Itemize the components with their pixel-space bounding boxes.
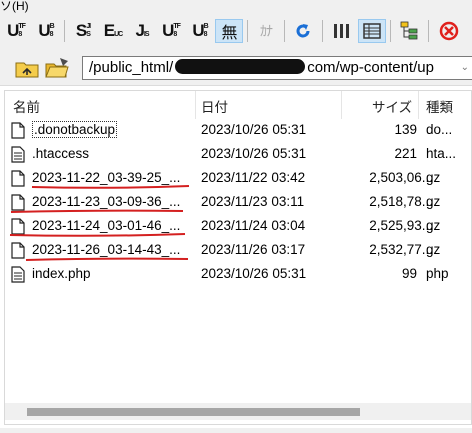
menu-help[interactable]: ソ(H) [0, 0, 29, 14]
utf8-n-download-button[interactable]: U TF 8 [157, 19, 185, 43]
jis-button[interactable]: J IS [129, 19, 155, 43]
text-file-icon [11, 146, 25, 163]
window-bottom-edge [0, 428, 472, 433]
file-date: 2023/10/26 05:31 [201, 266, 307, 281]
file-size: 99 [401, 266, 417, 281]
file-date: 2023/10/26 05:31 [201, 146, 307, 161]
text-file-icon [11, 266, 25, 283]
toolbar: U TF 8 UB8 S JI S E UC J IS U TF 8 UB8 無 ｶﾅ [0, 14, 472, 50]
blank-file-icon [11, 122, 25, 139]
file-type: gz [426, 170, 441, 185]
refresh-button[interactable] [290, 19, 316, 43]
chevron-down-icon[interactable]: ⌄ [461, 57, 469, 79]
horizontal-scrollbar[interactable] [5, 403, 471, 420]
red-underline-annotation [10, 209, 184, 213]
kana-convert-button[interactable]: ｶﾅ [252, 19, 280, 43]
open-folder-button[interactable] [44, 56, 70, 80]
column-header-name[interactable]: 名前 [13, 96, 40, 116]
toolbar-separator [390, 20, 391, 42]
file-date: 2023/10/26 05:31 [201, 122, 307, 137]
file-name: index.php [32, 266, 91, 281]
file-name: 2023-11-26_03-14-43_... [32, 242, 181, 257]
folder-open-icon [45, 58, 69, 78]
column-divider[interactable] [418, 91, 419, 119]
redacted-domain [175, 59, 306, 74]
file-size: 139 [394, 122, 417, 137]
list-view-icon [334, 24, 349, 38]
toolbar-separator [428, 20, 429, 42]
file-date: 2023/11/26 03:17 [201, 242, 306, 257]
toolbar-separator [284, 20, 285, 42]
file-date: 2023/11/23 03:11 [201, 194, 305, 209]
column-divider[interactable] [195, 91, 196, 119]
file-name: .donotbackup [32, 121, 118, 138]
file-type: do... [426, 122, 453, 137]
file-name: 2023-11-23_03-09-36_... [32, 194, 181, 209]
toolbar-separator [322, 20, 323, 42]
file-row[interactable]: .donotbackup 2023/10/26 05:31 139 do... [5, 119, 472, 143]
file-size: 221 [394, 146, 417, 161]
tree-view-button[interactable] [396, 19, 422, 43]
sjis-button[interactable]: S JI S [69, 19, 97, 43]
file-type: hta... [426, 146, 457, 161]
blank-file-icon [11, 242, 25, 259]
refresh-icon [296, 24, 310, 38]
blank-file-icon [11, 170, 25, 187]
toolbar-separator [247, 20, 248, 42]
column-header-row: 名前 日付 サイズ 種類 [5, 91, 472, 119]
remote-file-list: 名前 日付 サイズ 種類 .donotbackup 2023/10/26 05:… [4, 90, 472, 425]
menu-bar: ソ(H) [0, 0, 472, 14]
file-name: .htaccess [32, 146, 90, 161]
file-date: 2023/11/22 03:42 [201, 170, 306, 185]
tree-view-icon [400, 21, 418, 40]
column-header-date[interactable]: 日付 [201, 96, 228, 116]
file-type: gz [426, 194, 441, 209]
file-type: php [426, 266, 449, 281]
utf8-bom-download-button[interactable]: UB8 [186, 19, 214, 43]
stop-button[interactable] [436, 19, 462, 43]
column-divider[interactable] [341, 91, 342, 119]
red-underline-annotation [31, 185, 190, 189]
file-row[interactable]: .htaccess 2023/10/26 05:31 221 hta... [5, 143, 472, 167]
list-view-button[interactable] [329, 19, 355, 43]
toolbar-separator [64, 20, 65, 42]
column-header-size[interactable]: サイズ [372, 96, 412, 116]
file-row[interactable]: index.php 2023/10/26 05:31 99 php [5, 263, 472, 287]
file-size: 2,518,78... [369, 194, 433, 209]
path-input[interactable]: /public_html/com/wp-content/up ⌄ [82, 56, 472, 80]
file-date: 2023/11/24 03:04 [201, 218, 306, 233]
column-header-type[interactable]: 種類 [426, 96, 453, 116]
stop-icon [439, 21, 459, 41]
euc-button[interactable]: E UC [99, 19, 127, 43]
no-conversion-button[interactable]: 無 [215, 19, 243, 43]
utf8-n-upload-button[interactable]: U TF 8 [2, 19, 30, 43]
file-size: 2,503,06... [369, 170, 433, 185]
red-underline-annotation [25, 257, 189, 261]
detail-view-icon [363, 23, 381, 39]
file-type: gz [426, 242, 441, 257]
file-name: 2023-11-22_03-39-25_... [32, 170, 181, 185]
path-bar: /public_html/com/wp-content/up ⌄ [0, 50, 472, 86]
file-name: 2023-11-24_03-01-46_... [32, 218, 181, 233]
path-prefix: /public_html/ [89, 59, 174, 76]
path-suffix: com/wp-content/up [307, 59, 434, 76]
file-type: gz [426, 218, 441, 233]
utf8-bom-upload-button[interactable]: UB8 [32, 19, 60, 43]
file-size: 2,532,77... [369, 242, 433, 257]
parent-folder-button[interactable] [14, 56, 40, 80]
red-underline-annotation [9, 233, 186, 237]
folder-up-icon [15, 62, 39, 78]
scrollbar-thumb[interactable] [27, 408, 360, 416]
file-size: 2,525,93... [369, 218, 433, 233]
detail-view-button[interactable] [358, 19, 386, 43]
